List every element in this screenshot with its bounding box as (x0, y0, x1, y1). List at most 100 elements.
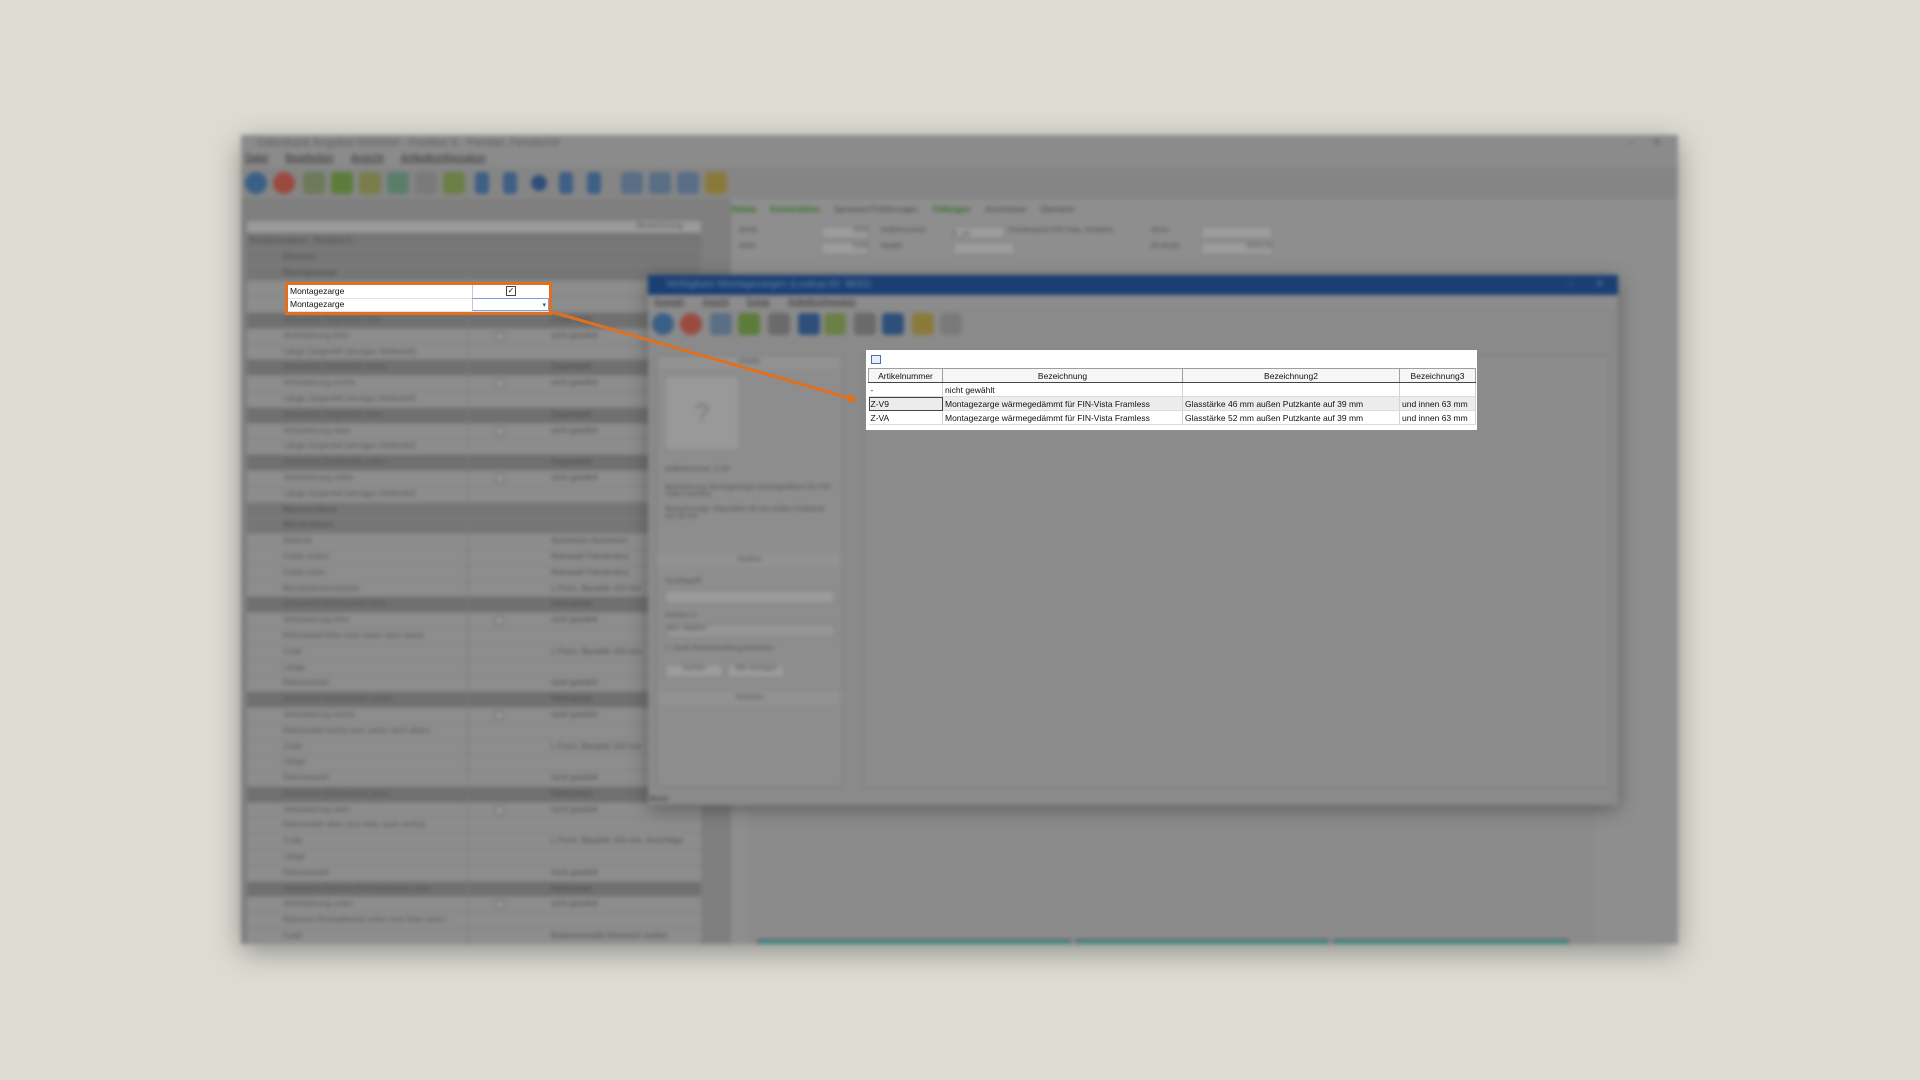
grid-row-mid-cell[interactable] (467, 723, 532, 739)
grid-row-mid-cell[interactable] (467, 834, 532, 850)
grid-row-mid-cell[interactable] (467, 755, 532, 771)
grid-row-mid-cell[interactable] (467, 929, 532, 944)
grid-row[interactable]: Anbauteile Rahmen-/Schwellenteile unten R… (247, 881, 701, 898)
dialog-maximize-icon[interactable]: ▫ (1568, 275, 1572, 295)
grid-row[interactable]: Rahmenteil links (von unten nach oben) (247, 628, 701, 645)
cell-artikelnummer[interactable]: Z-V9 (868, 396, 943, 411)
cell-bezeichnung[interactable]: Montagezarge wärmegedämmt für FIN-Vista … (942, 396, 1183, 411)
suchen-in-select[interactable]: allen Spalten (665, 624, 835, 638)
dialog-window-icon[interactable] (710, 313, 732, 335)
settings-icon[interactable] (705, 172, 727, 194)
cell-bezeichnung[interactable]: Montagezarge wärmegedämmt für FIN-Vista … (942, 410, 1183, 425)
grid-row[interactable]: Element (247, 249, 701, 266)
grid-row[interactable]: Anbauteile Rahmenteile rechts Rahmenteil (247, 692, 701, 708)
grid-row-mid-cell[interactable] (467, 249, 532, 265)
document-icon[interactable] (415, 172, 437, 194)
grid-row-mid-cell[interactable] (467, 486, 532, 502)
grid-row[interactable]: Verbreiterung oben nicht gewählt (247, 802, 701, 819)
grid-row[interactable]: Verbreiterung unten nicht gewählt (247, 470, 701, 487)
grid-row-mid-cell[interactable] (467, 597, 532, 613)
cell-bezeichnung[interactable]: nicht gewählt (942, 382, 1183, 397)
current-record-icon[interactable] (531, 175, 547, 191)
close-icon[interactable]: ✕ (1650, 135, 1664, 151)
cell-bezeichnung2[interactable] (1182, 382, 1400, 397)
grid-row[interactable]: Länge Zargenteil (einziges Nebenteil) (247, 486, 701, 503)
grid-checkbox[interactable] (495, 379, 504, 389)
last-record-icon[interactable] (587, 172, 601, 194)
cell-bezeichnung3[interactable] (1399, 382, 1476, 397)
grid-row-mid-cell[interactable] (467, 565, 532, 581)
grid-row[interactable]: Verbreiterung rechts nicht gewählt (247, 707, 701, 724)
grid-row[interactable]: Länge Zargenteil (einziges Nebenteil) (247, 344, 701, 361)
grid-row[interactable]: Verbreiterung oben nicht gewählt (247, 423, 701, 440)
grid-row[interactable]: Farbe außen Reinweiß Feinstruktur (247, 549, 701, 566)
alle-anzeigen-button[interactable]: Alle anzeigen (727, 664, 785, 678)
grid-row-mid-cell[interactable] (467, 549, 532, 565)
grid-row[interactable]: Bauanschluss (247, 502, 701, 519)
dialog-menu-extras[interactable]: Extras (747, 297, 770, 306)
grid-checkbox[interactable] (495, 473, 504, 483)
dialog-filter-icon[interactable] (768, 313, 790, 335)
grid-row[interactable]: Anbauteile Zargenteile oben Zargenblatt (247, 407, 701, 424)
dialog-refresh-icon[interactable] (824, 313, 846, 335)
grid-row-mid-cell[interactable] (467, 518, 532, 534)
grid-row[interactable]: Code L-Form, Bautiefe 100 mm (247, 739, 701, 756)
grid-row[interactable]: Montagezarge (247, 265, 701, 282)
cell-artikelnummer[interactable]: - (868, 382, 943, 397)
layout-icon[interactable] (621, 172, 643, 194)
brutto-field[interactable]: 8000,00 (1201, 242, 1273, 255)
grid-row-mid-cell[interactable] (467, 439, 532, 455)
menu-ansicht[interactable]: Ansicht (351, 151, 384, 167)
first-record-icon[interactable] (475, 172, 489, 194)
grid-row[interactable]: Blendrahmen (247, 518, 701, 535)
exact-search-checkbox[interactable]: ☐ Groß-/Kleinschreibung beachten (665, 644, 774, 652)
breite-field[interactable]: 3000 (821, 226, 869, 239)
grid-row-mid-cell[interactable] (467, 739, 532, 755)
grid-row[interactable]: Code Bodenschwelle thermisch isoliert (247, 929, 701, 944)
grid-row[interactable]: Code L-Form, Bautiefe 100 mm, Anschläge (247, 834, 701, 851)
table-icon[interactable] (649, 172, 671, 194)
grid-row[interactable]: Anbauteile Rahmenteile oben Rahmenteil (247, 786, 701, 803)
previous-record-icon[interactable] (503, 172, 517, 194)
grid-row-mid-cell[interactable] (467, 312, 532, 328)
grid-row[interactable]: Rahmenteil rechts (von unten nach oben) (247, 723, 701, 740)
grid-layout-icon[interactable] (871, 355, 881, 364)
dialog-close-icon[interactable]: ✕ (1596, 275, 1604, 295)
table-row-selected[interactable]: Z-V9 Montagezarge wärmegedämmt für FIN-V… (868, 396, 1476, 411)
next-record-icon[interactable] (559, 172, 573, 194)
property-row-montagezarge-select[interactable]: Montagezarge ▾ (288, 298, 549, 312)
grid-row-mid-cell[interactable] (467, 644, 532, 660)
checkbox-checked-icon[interactable]: ✓ (506, 286, 516, 296)
dialog-menu-auswahl[interactable]: Auswahl (654, 297, 684, 306)
grid-row[interactable]: Verbreiterung rechts nicht gewählt (247, 376, 701, 392)
grid-row[interactable]: Verbreiterung unten nicht gewählt (247, 897, 701, 914)
grid-row-mid-cell[interactable] (467, 502, 532, 518)
tab-sprossen[interactable]: Sprossen/Türführungen (834, 205, 918, 214)
cell-bezeichnung2[interactable]: Glasstärke 52 mm außen Putzkante auf 39 … (1182, 410, 1400, 425)
grid-checkbox[interactable] (495, 616, 504, 626)
dialog-star-icon[interactable] (912, 313, 934, 335)
property-row-montagezarge-check[interactable]: Montagezarge ✓ (288, 285, 549, 299)
arrow-icon[interactable] (331, 172, 353, 194)
grid-row[interactable]: Anbauteile Zargenteile unten Zargenblatt (247, 455, 701, 471)
dropdown-arrow-icon[interactable]: ▾ (542, 299, 546, 312)
stueck-field[interactable] (1201, 226, 1273, 239)
grid-row-mid-cell[interactable] (467, 581, 532, 597)
grid-row[interactable]: Blendrahmenvariante L-Form, Bautiefe 100 … (247, 581, 701, 598)
tab-global[interactable]: Global (731, 205, 756, 214)
grid-row-mid-cell[interactable] (467, 265, 532, 281)
grid-row[interactable]: Rahmenstoß nicht gewählt (247, 676, 701, 693)
modell-field[interactable] (953, 242, 1015, 255)
grid-row[interactable]: Verbreiterung links nicht gewählt (247, 613, 701, 629)
dialog-save-icon[interactable] (798, 313, 820, 335)
minimize-icon[interactable]: ▫ (1624, 135, 1638, 151)
hoehe-field[interactable]: 2300 (821, 242, 869, 255)
property-dropdown-cell[interactable]: ▾ (472, 298, 549, 311)
grid-row[interactable]: Länge Zargenteil (einziges Nebenteil) (247, 391, 701, 408)
menu-artikelkonfiguration[interactable]: Artikelkonfiguration (401, 151, 486, 167)
property-value-cell[interactable]: ✓ (472, 285, 549, 298)
grid-row-mid-cell[interactable] (467, 850, 532, 865)
dialog-image-icon[interactable] (738, 313, 760, 335)
menu-datei[interactable]: Datei (245, 151, 268, 167)
grid-row-mid-cell[interactable] (467, 660, 532, 676)
